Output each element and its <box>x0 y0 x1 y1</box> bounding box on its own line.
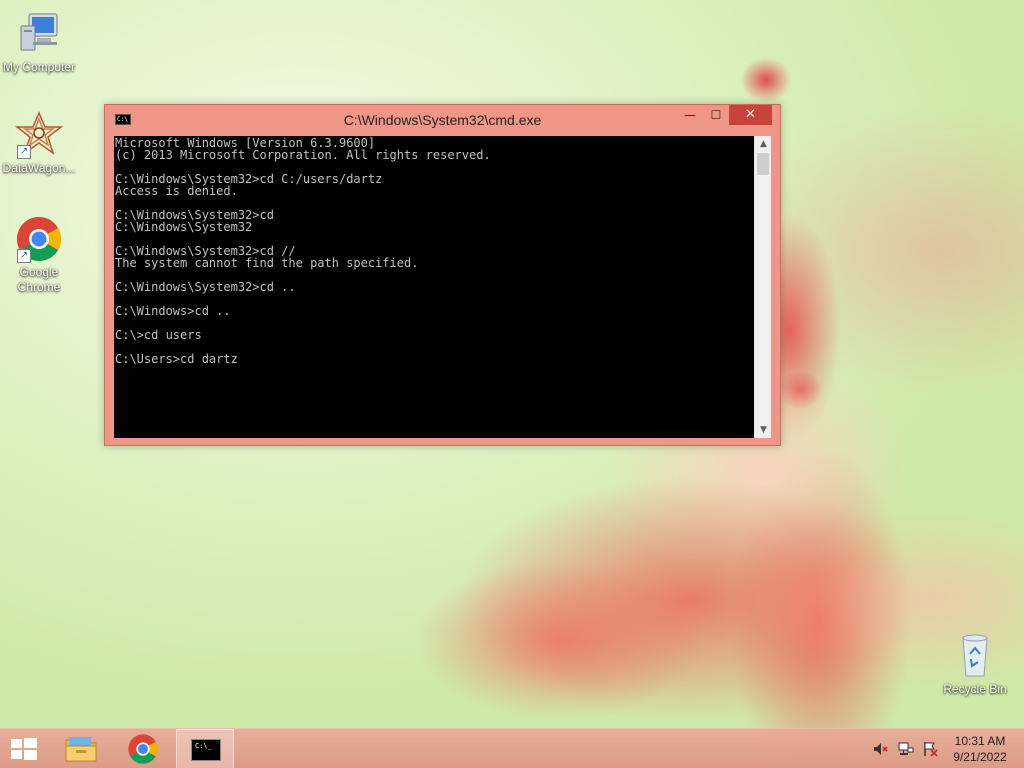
console-output[interactable]: Microsoft Windows [Version 6.3.9600] (c) … <box>114 136 754 438</box>
network-icon[interactable] <box>898 741 914 757</box>
start-button[interactable] <box>0 729 48 768</box>
minimize-button[interactable]: — <box>677 105 703 125</box>
console-line: C:\Users>cd dartz <box>115 352 238 366</box>
chrome-icon: ↗ <box>15 215 63 263</box>
chrome-icon <box>128 734 158 764</box>
console-line: C:\Windows\System32>cd .. <box>115 280 296 294</box>
computer-icon <box>15 10 63 58</box>
taskbar-file-explorer[interactable] <box>56 729 106 768</box>
console-line: C:\Windows>cd .. <box>115 304 231 318</box>
action-center-flag-icon[interactable] <box>922 741 938 757</box>
taskbar-clock[interactable]: 10:31 AM 9/21/2022 <box>944 733 1016 765</box>
desktop-icon-label-line1: Google <box>19 265 59 279</box>
clock-time: 10:31 AM <box>954 734 1006 748</box>
desktop-icon-google-chrome[interactable]: ↗ Google Chrome <box>1 215 77 295</box>
console-line: C:\>cd users <box>115 328 202 342</box>
desktop-icon-label-line2: Chrome <box>17 280 61 294</box>
cmd-window[interactable]: C:\ C:\Windows\System32\cmd.exe — ☐ ✕ Mi… <box>104 104 781 446</box>
desktop-icon-my-computer[interactable]: My Computer <box>1 10 77 75</box>
desktop-icon-label: DataWagon... <box>2 161 76 175</box>
console-line: (c) 2013 Microsoft Corporation. All righ… <box>115 148 491 162</box>
scroll-down-arrow-icon[interactable]: ▼ <box>755 422 772 438</box>
console-line: The system cannot find the path specifie… <box>115 256 419 270</box>
desktop-icon-datawagon[interactable]: ↗ DataWagon... <box>1 111 77 176</box>
desktop-icon-label: Recycle Bin <box>943 682 1007 696</box>
windows-logo-icon <box>11 738 37 760</box>
folder-icon <box>65 737 97 762</box>
clock-date: 9/21/2022 <box>953 750 1007 764</box>
taskbar-google-chrome[interactable] <box>118 729 168 768</box>
datawagon-icon: ↗ <box>14 111 64 159</box>
shortcut-arrow-icon: ↗ <box>17 145 31 159</box>
desktop-icon-label: My Computer <box>2 60 76 74</box>
title-bar[interactable]: C:\ C:\Windows\System32\cmd.exe — ☐ ✕ <box>105 105 780 133</box>
recycle-bin-icon <box>951 632 999 680</box>
scroll-up-arrow-icon[interactable]: ▲ <box>755 136 772 152</box>
vertical-scrollbar[interactable]: ▲ ▼ <box>754 136 771 438</box>
maximize-button[interactable]: ☐ <box>703 105 729 125</box>
console-line: Access is denied. <box>115 184 238 198</box>
scroll-thumb[interactable] <box>757 153 769 175</box>
console-line: C:\Windows\System32 <box>115 220 253 234</box>
cmd-icon: C:\_ <box>191 739 221 761</box>
desktop-icon-recycle-bin[interactable]: Recycle Bin <box>937 632 1013 697</box>
speaker-muted-icon[interactable] <box>872 741 888 757</box>
shortcut-arrow-icon: ↗ <box>17 249 31 263</box>
taskbar: C:\_ 10:31 AM 9/21/2022 <box>0 728 1024 768</box>
close-button[interactable]: ✕ <box>729 105 772 125</box>
taskbar-command-prompt[interactable]: C:\_ <box>176 729 234 768</box>
